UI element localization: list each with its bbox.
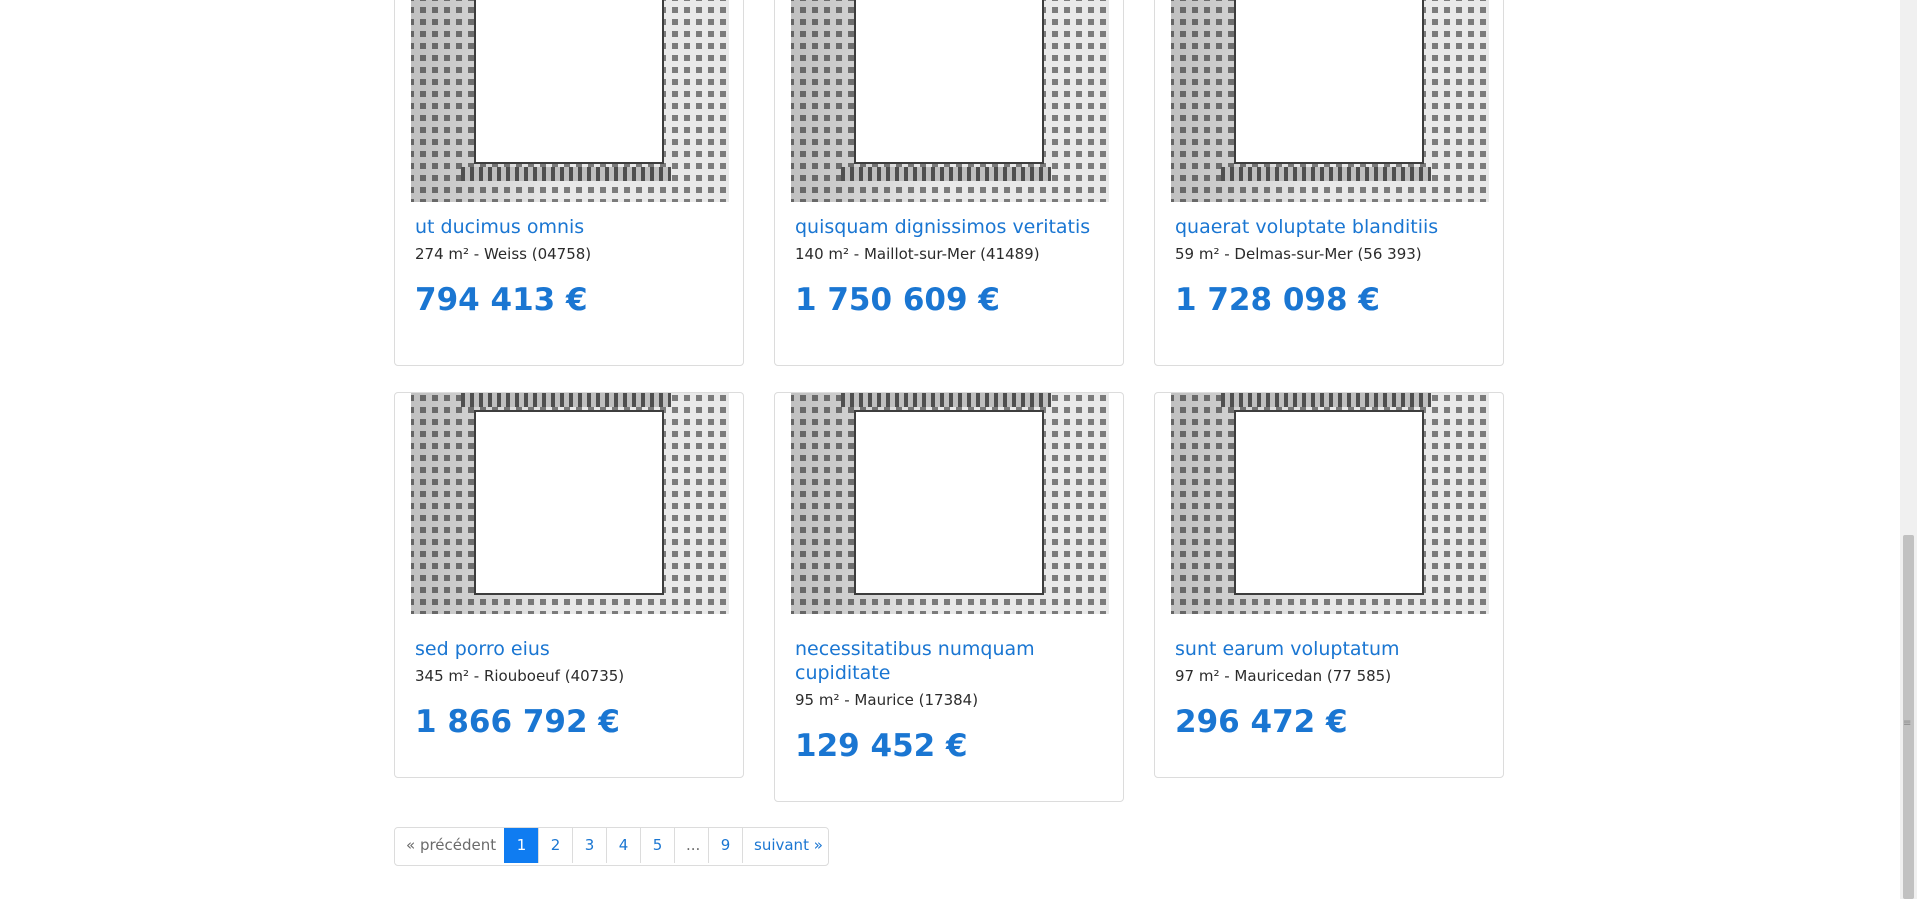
listing-card: sed porro eius 345 m² - Riouboeuf (40735…: [394, 392, 744, 778]
page-link-1[interactable]: 1: [504, 828, 538, 863]
listing-card: necessitatibus numquam cupiditate 95 m² …: [774, 392, 1124, 802]
listing-price: 129 452 €: [795, 728, 968, 764]
listing-card: ut ducimus omnis 274 m² - Weiss (04758) …: [394, 0, 744, 366]
page-link-5[interactable]: 5: [640, 828, 674, 863]
next-page-link[interactable]: suivant »: [742, 828, 828, 863]
listing-title-link[interactable]: ut ducimus omnis: [415, 215, 715, 239]
pagination: « précédent 1 2 3 4 5 ... 9 suivant »: [394, 827, 829, 866]
listing-title-link[interactable]: quaerat voluptate blanditiis: [1175, 215, 1475, 239]
listing-price: 794 413 €: [415, 282, 588, 318]
page-ellipsis: ...: [674, 828, 708, 863]
listing-meta: 59 m² - Delmas-sur-Mer (56 393): [1175, 245, 1422, 263]
listing-price: 1 728 098 €: [1175, 282, 1380, 318]
page-link-3[interactable]: 3: [572, 828, 606, 863]
listing-title-link[interactable]: quisquam dignissimos veritatis: [795, 215, 1095, 239]
prev-page-link: « précédent: [395, 828, 504, 863]
listing-card: quaerat voluptate blanditiis 59 m² - Del…: [1154, 0, 1504, 366]
listing-title-link[interactable]: sed porro eius: [415, 637, 715, 661]
listing-title-link[interactable]: sunt earum voluptatum: [1175, 637, 1475, 661]
property-photo[interactable]: [1171, 0, 1489, 202]
listing-price: 1 750 609 €: [795, 282, 1000, 318]
property-photo[interactable]: [1171, 393, 1489, 614]
property-photo[interactable]: [411, 0, 729, 202]
listing-card: quisquam dignissimos veritatis 140 m² - …: [774, 0, 1124, 366]
scrollbar-thumb[interactable]: [1903, 535, 1914, 899]
page-link-9[interactable]: 9: [708, 828, 742, 863]
vertical-scrollbar[interactable]: ≡: [1900, 0, 1917, 899]
scrollbar-grip-icon: ≡: [1903, 718, 1912, 729]
listing-title-link[interactable]: necessitatibus numquam cupiditate: [795, 637, 1055, 685]
listing-price: 1 866 792 €: [415, 704, 620, 740]
page-link-4[interactable]: 4: [606, 828, 640, 863]
listing-card: sunt earum voluptatum 97 m² - Mauricedan…: [1154, 392, 1504, 778]
property-photo[interactable]: [411, 393, 729, 614]
listing-meta: 274 m² - Weiss (04758): [415, 245, 592, 263]
listing-meta: 97 m² - Mauricedan (77 585): [1175, 667, 1392, 685]
listing-meta: 95 m² - Maurice (17384): [795, 691, 979, 709]
listing-meta: 345 m² - Riouboeuf (40735): [415, 667, 625, 685]
property-photo[interactable]: [791, 393, 1109, 614]
property-photo[interactable]: [791, 0, 1109, 202]
page-link-2[interactable]: 2: [538, 828, 572, 863]
listing-price: 296 472 €: [1175, 704, 1348, 740]
listing-meta: 140 m² - Maillot-sur-Mer (41489): [795, 245, 1040, 263]
